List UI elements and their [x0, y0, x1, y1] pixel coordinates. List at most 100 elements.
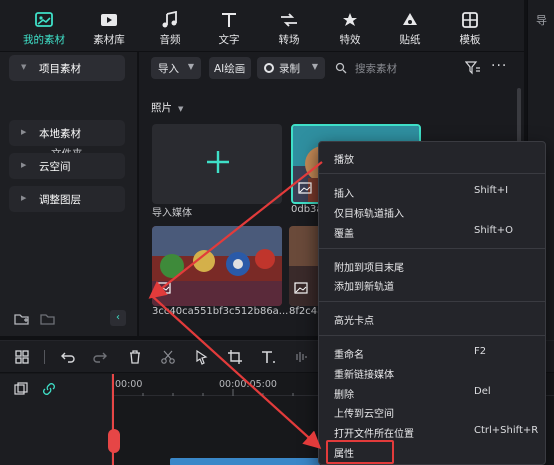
sidebar-item-local-media[interactable]: ▶ 本地素材	[9, 120, 125, 146]
menu-item-label: 删除	[334, 390, 354, 401]
sidebar-item-adjustment-layer[interactable]: ▶ 调整图层	[9, 186, 125, 212]
menu-item-rename[interactable]: 重命名 F2	[319, 344, 545, 362]
expand-right-icon: ▶	[21, 161, 27, 169]
menu-item-relink-media[interactable]: 重新链接媒体	[319, 364, 545, 382]
menu-item-open-file-location[interactable]: 打开文件所在位置 Ctrl+Shift+R	[319, 423, 545, 441]
sidebar-item-project-media[interactable]: ▼ 项目素材	[9, 55, 125, 81]
import-label: 导入	[158, 63, 179, 75]
toolbar-divider	[44, 350, 45, 364]
transition-icon	[281, 13, 297, 27]
menu-item-label: 高光卡点	[334, 316, 374, 327]
menu-item-add-to-new-track[interactable]: 添加到新轨道	[319, 276, 545, 294]
menu-item-label: 插入	[334, 189, 354, 200]
tab-text[interactable]: 文字	[199, 0, 259, 52]
tab-label: 转场	[278, 34, 300, 46]
menu-divider	[319, 335, 545, 336]
filter-icon[interactable]	[465, 61, 481, 75]
menu-item-insert-target-track[interactable]: 仅目标轨道插入	[319, 203, 545, 221]
menu-item-label: 上传到云空间	[334, 409, 394, 420]
media-sidebar: ▼ 项目素材 文件夹 ▶ 本地素材 ▶ 云空间 ▶ 调整图层 ‹	[0, 52, 138, 336]
timeline-clip[interactable]	[170, 458, 320, 465]
menu-item-label: 重新链接媒体	[334, 370, 394, 381]
menu-item-shortcut: F2	[474, 346, 487, 357]
right-panel-tab[interactable]: 导	[536, 12, 547, 28]
image-type-icon	[157, 282, 171, 294]
expand-down-icon: ▼	[21, 63, 27, 71]
search-input[interactable]: 搜索素材	[331, 57, 451, 79]
expand-right-icon: ▶	[21, 194, 27, 202]
expand-right-icon: ▶	[21, 128, 27, 136]
undo-icon[interactable]	[60, 349, 76, 365]
tab-template[interactable]: 模板	[440, 0, 500, 52]
menu-item-label: 附加到项目末尾	[334, 263, 404, 274]
menu-divider	[319, 173, 545, 174]
sidebar-item-label: 云空间	[39, 161, 71, 173]
tab-label: 音频	[159, 34, 181, 46]
import-media-card[interactable]	[152, 124, 282, 204]
section-photos[interactable]: 照片 ▼	[151, 100, 183, 115]
grid-layout-icon[interactable]	[14, 349, 30, 365]
menu-item-delete[interactable]: 删除 Del	[319, 384, 545, 402]
audio-wave-icon[interactable]	[292, 349, 308, 365]
chevron-down-icon: ▼	[187, 62, 194, 71]
media-card-label: 3cc40ca551bf3c512b86a...	[152, 306, 289, 317]
tab-effects[interactable]: 特效	[320, 0, 380, 52]
add-track-icon[interactable]	[14, 382, 28, 396]
tab-transition[interactable]: 转场	[259, 0, 319, 52]
ai-draw-label: AI绘画	[214, 63, 246, 75]
image-type-icon	[298, 182, 312, 194]
tab-label: 特效	[339, 34, 361, 46]
tab-audio[interactable]: 音频	[140, 0, 200, 52]
playhead-handle[interactable]	[108, 429, 120, 453]
select-pointer-icon[interactable]	[194, 349, 210, 365]
menu-item-label: 覆盖	[334, 229, 354, 240]
text-tool-icon[interactable]	[260, 349, 276, 365]
redo-icon[interactable]	[92, 349, 108, 365]
sidebar-item-label: 调整图层	[39, 194, 81, 206]
link-icon[interactable]	[42, 382, 56, 396]
chevron-down-icon: ▼	[178, 105, 184, 113]
tab-label: 素材库	[93, 34, 125, 46]
audio-icon	[162, 11, 177, 28]
menu-item-append-to-end[interactable]: 附加到项目末尾	[319, 257, 545, 275]
menu-item-overwrite[interactable]: 覆盖 Shift+O	[319, 223, 545, 241]
menu-item-shortcut: Ctrl+Shift+R	[474, 425, 539, 436]
menu-item-shortcut: Del	[474, 386, 491, 397]
new-folder-icon[interactable]	[14, 312, 30, 326]
menu-item-upload-to-cloud[interactable]: 上传到云空间	[319, 403, 545, 421]
sidebar-item-cloud[interactable]: ▶ 云空间	[9, 153, 125, 179]
record-dropdown[interactable]: 录制 ▼	[257, 57, 325, 79]
my-media-icon	[35, 12, 53, 27]
tab-my-media[interactable]: 我的素材	[14, 0, 74, 52]
media-thumbnail[interactable]	[152, 226, 282, 306]
tab-label: 文字	[218, 34, 240, 46]
crop-icon[interactable]	[227, 349, 243, 365]
highlight-box	[326, 440, 394, 464]
menu-item-shortcut: Shift+O	[474, 225, 513, 236]
context-menu: 播放 插入 Shift+I 仅目标轨道插入 覆盖 Shift+O 附加到项目末尾…	[318, 141, 546, 465]
tab-sticker[interactable]: 贴纸	[380, 0, 440, 52]
search-icon	[335, 62, 347, 74]
scissors-icon[interactable]	[160, 349, 176, 365]
ai-draw-button[interactable]: AI绘画	[209, 57, 251, 79]
tab-label: 我的素材	[23, 34, 65, 46]
more-options-icon[interactable]: ···	[491, 58, 507, 74]
menu-item-play[interactable]: 播放	[319, 149, 545, 167]
sticker-icon	[403, 13, 417, 25]
tab-stock-media[interactable]: 素材库	[79, 0, 139, 52]
menu-item-shortcut: Shift+I	[474, 185, 509, 196]
chevron-down-icon: ▼	[311, 62, 318, 71]
collapse-sidebar-icon[interactable]: ‹	[110, 310, 126, 326]
menu-item-label: 播放	[334, 155, 354, 166]
menu-item-highlight-beat[interactable]: 高光卡点	[319, 310, 545, 328]
folder-icon[interactable]	[40, 312, 56, 326]
menu-item-insert[interactable]: 插入 Shift+I	[319, 183, 545, 201]
menu-divider	[319, 248, 545, 249]
menu-item-label: 重命名	[334, 350, 364, 361]
media-card-label: 导入媒体	[152, 208, 192, 219]
menu-item-label: 打开文件所在位置	[334, 429, 414, 440]
section-title: 照片	[151, 102, 172, 114]
import-dropdown[interactable]: 导入 ▼	[151, 57, 201, 79]
effects-icon	[343, 13, 357, 26]
delete-icon[interactable]	[127, 349, 143, 365]
